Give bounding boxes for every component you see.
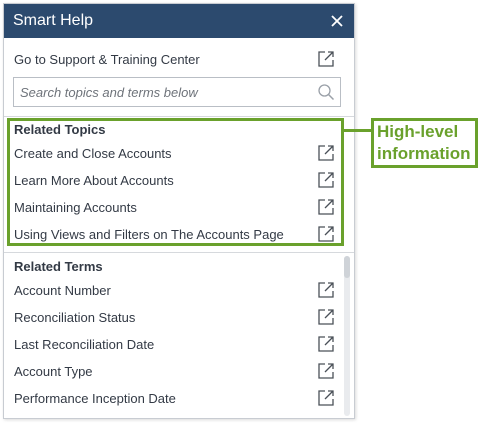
external-link-icon xyxy=(318,282,334,298)
topic-item[interactable]: Learn More About Accounts xyxy=(13,167,341,194)
panel-title: Smart Help xyxy=(13,12,94,29)
term-item[interactable]: Reconciliation Status xyxy=(13,304,341,331)
topic-item[interactable]: Create and Close Accounts xyxy=(13,140,341,167)
external-link-icon xyxy=(318,309,334,325)
topic-item[interactable]: Using Views and Filters on The Accounts … xyxy=(13,221,341,248)
external-link-icon xyxy=(318,145,334,161)
term-item[interactable]: Account Type xyxy=(13,358,341,385)
related-terms-heading: Related Terms xyxy=(14,259,103,274)
external-link-icon xyxy=(318,199,334,215)
topic-item[interactable]: Maintaining Accounts xyxy=(13,194,341,221)
smart-help-panel: Smart Help Go to Support & Training Cent… xyxy=(3,3,355,419)
callout-connector xyxy=(344,129,371,132)
external-link-icon xyxy=(318,172,334,188)
support-link-label: Go to Support & Training Center xyxy=(14,52,200,67)
search-box xyxy=(13,77,341,107)
divider xyxy=(4,116,354,117)
external-link-icon xyxy=(318,336,334,352)
scrollbar-thumb[interactable] xyxy=(344,256,350,278)
close-button[interactable] xyxy=(320,4,354,38)
topic-label: Maintaining Accounts xyxy=(14,200,137,215)
term-item[interactable]: Last Reconciliation Date xyxy=(13,331,341,358)
term-item[interactable]: Account Number xyxy=(13,277,341,304)
search-icon[interactable] xyxy=(317,83,335,101)
term-item[interactable]: Performance Inception Date xyxy=(13,385,341,412)
divider xyxy=(4,252,354,253)
term-label: Account Number xyxy=(14,283,111,298)
close-icon xyxy=(331,15,343,27)
external-link-icon xyxy=(318,51,334,67)
external-link-icon xyxy=(318,390,334,406)
external-link-icon xyxy=(318,226,334,242)
topic-label: Learn More About Accounts xyxy=(14,173,174,188)
titlebar: Smart Help xyxy=(4,4,354,38)
term-label: Account Type xyxy=(14,364,93,379)
topic-label: Create and Close Accounts xyxy=(14,146,172,161)
support-training-link[interactable]: Go to Support & Training Center xyxy=(13,46,341,73)
scrollbar[interactable] xyxy=(344,256,350,416)
term-label: Last Reconciliation Date xyxy=(14,337,155,352)
callout-line-1: High-level xyxy=(377,122,459,141)
callout-line-2: information xyxy=(377,144,471,163)
term-label: Performance Inception Date xyxy=(14,391,176,406)
callout-box: High-level information xyxy=(371,118,478,168)
external-link-icon xyxy=(318,363,334,379)
topic-label: Using Views and Filters on The Accounts … xyxy=(14,227,284,242)
related-topics-heading: Related Topics xyxy=(14,122,106,137)
search-input[interactable] xyxy=(14,78,304,106)
term-label: Reconciliation Status xyxy=(14,310,136,325)
